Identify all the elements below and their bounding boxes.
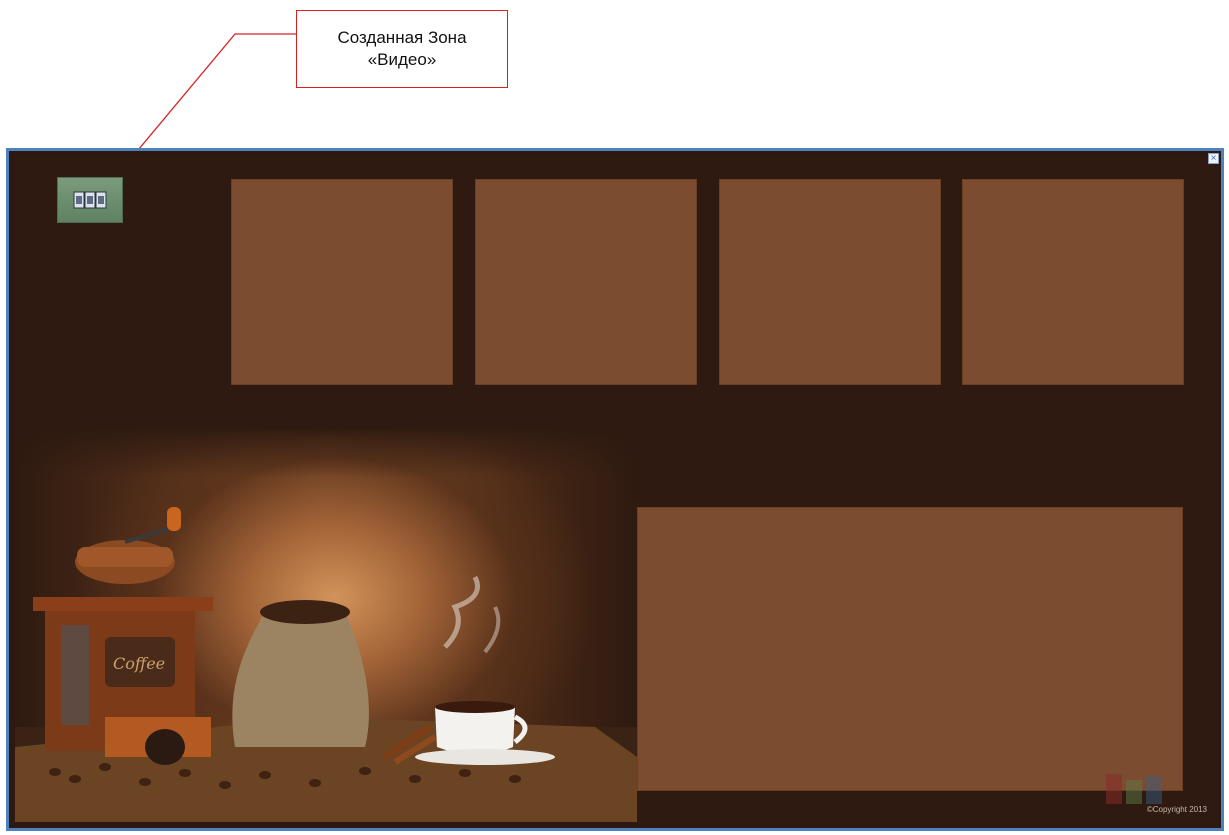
content-zone-4[interactable] <box>962 179 1184 385</box>
annotation-line-1: Созданная Зона <box>337 28 467 47</box>
film-strip-icon <box>73 191 107 209</box>
layout-canvas[interactable]: × Coffee ©Copyright 2013 <box>6 148 1224 831</box>
copyright-text: ©Copyright 2013 <box>1146 805 1207 814</box>
svg-text:Coffee: Coffee <box>113 654 165 673</box>
close-icon[interactable]: × <box>1208 153 1219 164</box>
coffee-still-life: Coffee <box>15 507 637 822</box>
coffee-background-image: Coffee <box>15 427 637 822</box>
annotation-callout: Созданная Зона «Видео» <box>296 10 508 88</box>
content-zone-2[interactable] <box>475 179 697 385</box>
content-zone-1[interactable] <box>231 179 453 385</box>
canvas-background: Coffee ©Copyright 2013 <box>15 157 1215 822</box>
content-zone-3[interactable] <box>719 179 941 385</box>
annotation-line-2: «Видео» <box>367 50 437 69</box>
content-zone-large[interactable] <box>637 507 1183 791</box>
video-zone[interactable] <box>57 177 123 223</box>
